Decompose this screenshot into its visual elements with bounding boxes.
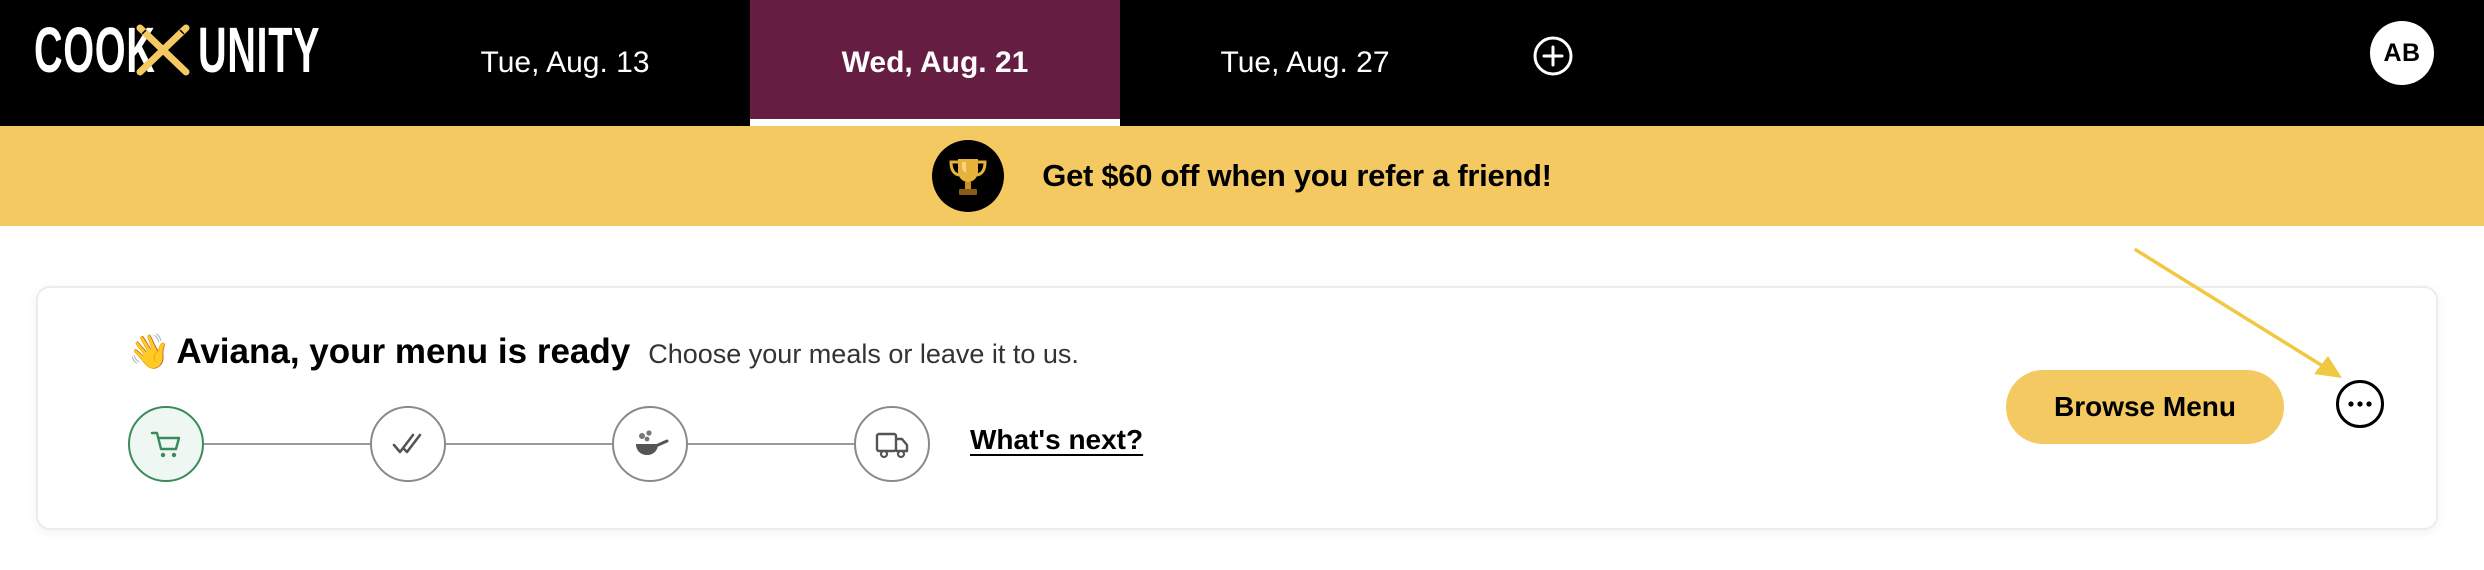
avatar-initials: AB — [2383, 38, 2421, 67]
step-select-meals — [128, 406, 204, 482]
menu-ready-card: 👋 Aviana, your menu is ready Choose your… — [36, 286, 2438, 530]
trophy-icon — [932, 140, 1005, 212]
cart-icon — [150, 431, 181, 458]
logo-word-unity: UNITY — [198, 14, 321, 86]
browse-menu-button[interactable]: Browse Menu — [2006, 370, 2284, 444]
step-delivery — [854, 406, 930, 482]
card-headline: 👋 Aviana, your menu is ready Choose your… — [128, 332, 1079, 372]
waving-hand-icon: 👋 — [128, 333, 171, 371]
delivery-truck-icon — [875, 432, 909, 459]
card-subtitle: Choose your meals or leave it to us. — [648, 339, 1079, 369]
double-check-icon — [392, 433, 422, 454]
more-options-icon[interactable] — [2336, 380, 2384, 428]
step-connector — [444, 443, 614, 445]
date-tab-3[interactable]: Tue, Aug. 27 — [1120, 0, 1490, 126]
referral-promo-banner[interactable]: Get $60 off when you refer a friend! — [0, 126, 2484, 226]
whats-next-link[interactable]: What's next? — [970, 424, 1143, 456]
logo-x-icon — [136, 24, 190, 76]
date-tab-label: Tue, Aug. 27 — [1220, 46, 1390, 79]
step-connector — [686, 443, 856, 445]
date-tab-label: Wed, Aug. 21 — [841, 46, 1029, 79]
date-tab-label: Tue, Aug. 13 — [480, 46, 650, 79]
step-confirm — [370, 406, 446, 482]
logo-word-cook: COOK — [34, 14, 156, 86]
cookunity-logo[interactable]: COOK UNITY — [34, 14, 334, 86]
card-title: Aviana, your menu is ready — [176, 332, 631, 371]
cooking-pan-icon — [636, 430, 669, 455]
promo-text: Get $60 off when you refer a friend! — [1042, 158, 1552, 193]
date-tab-2-selected[interactable]: Wed, Aug. 21 — [750, 0, 1120, 126]
user-avatar[interactable]: AB — [2370, 21, 2434, 85]
step-connector — [202, 443, 372, 445]
date-tab-1[interactable]: Tue, Aug. 13 — [380, 0, 750, 126]
add-delivery-date-icon[interactable] — [1532, 35, 1574, 77]
top-navigation-bar: COOK UNITY Tue, Aug. 13 Wed, Aug. 21 Tue… — [0, 0, 2484, 126]
step-cooking — [612, 406, 688, 482]
